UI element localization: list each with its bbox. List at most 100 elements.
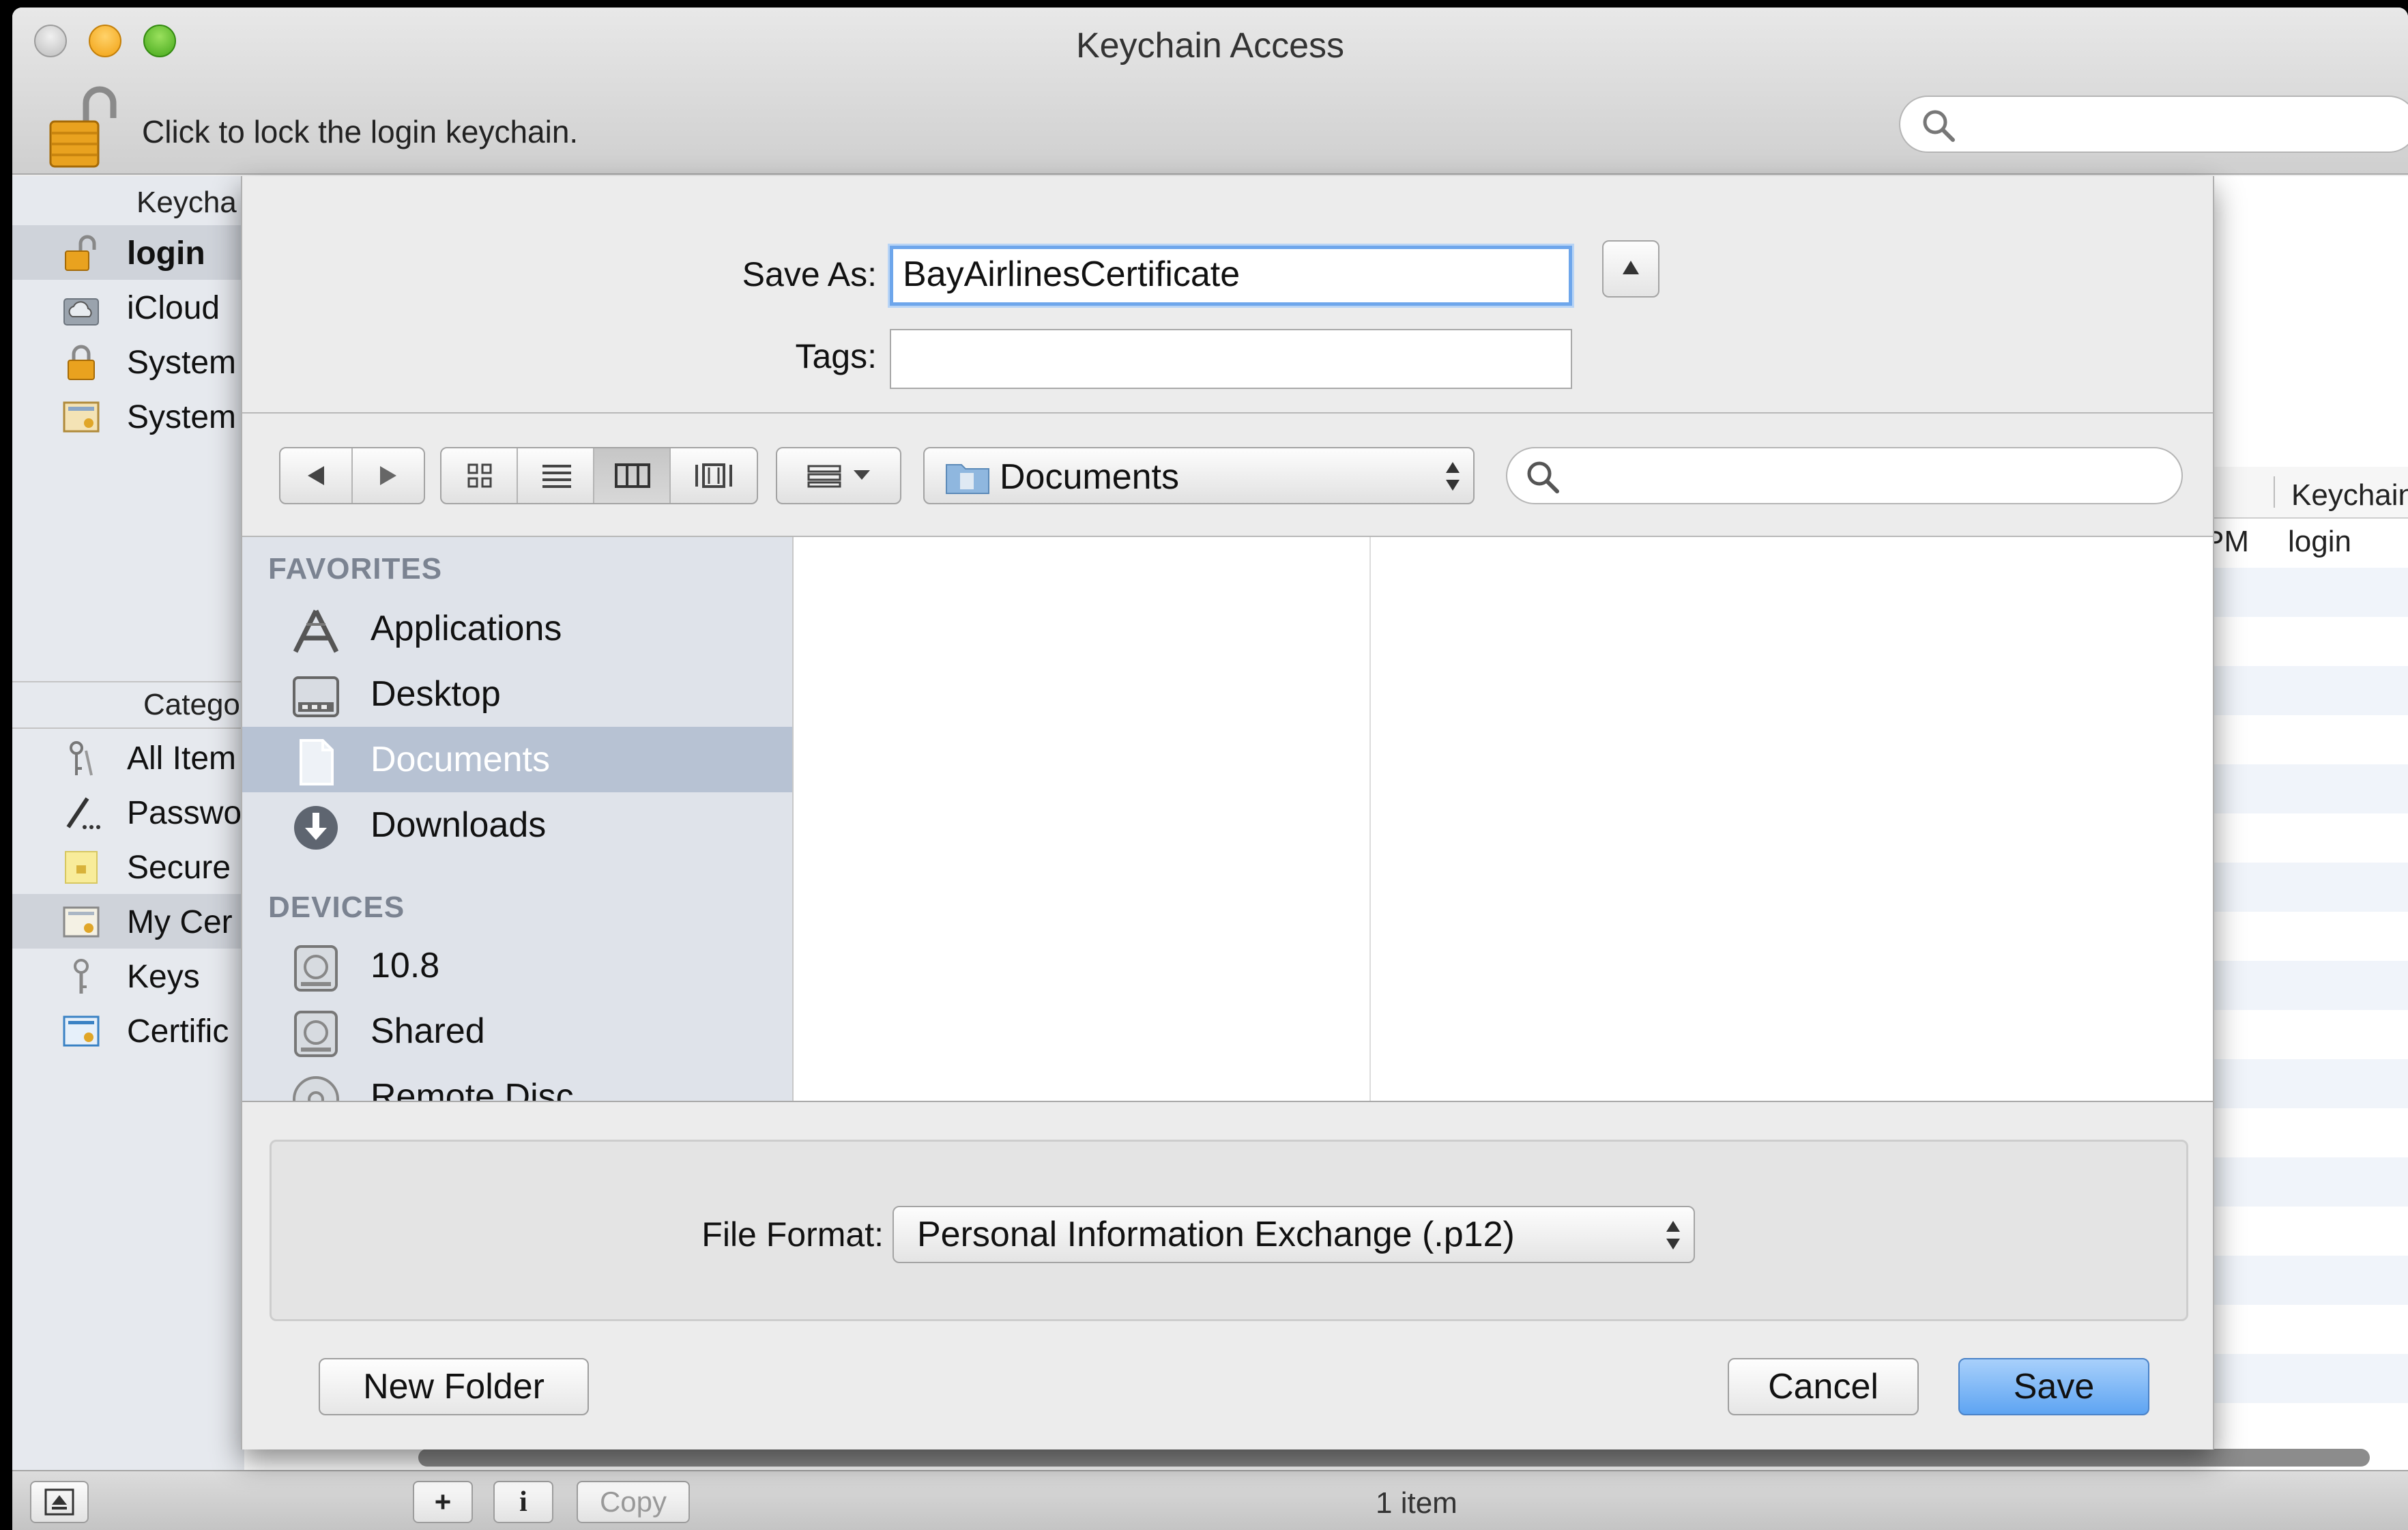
desktop-icon <box>293 676 339 717</box>
column-divider[interactable] <box>1369 537 1371 1101</box>
sidebar: Keycha login iCloud System System Catego… <box>12 176 244 1478</box>
file-format-value: Personal Information Exchange (.p12) <box>917 1215 1515 1254</box>
save-as-field[interactable]: BayAirlinesCertificate <box>890 246 1572 306</box>
hard-drive-icon <box>294 1011 338 1057</box>
sidebar-divider <box>12 681 244 682</box>
copy-button[interactable]: Copy <box>577 1481 690 1523</box>
forward-arrow-icon <box>380 466 396 485</box>
save-sheet: Save As: BayAirlinesCertificate Tags: Do… <box>241 176 2214 1449</box>
back-button[interactable] <box>280 448 353 503</box>
sidebar-item-keys[interactable]: Keys <box>12 949 244 1003</box>
tags-field[interactable] <box>890 329 1572 389</box>
keychain-access-window: Keychain Access Click to lock the login … <box>12 8 2408 1530</box>
folder-icon <box>946 464 989 494</box>
save-as-label: Save As: <box>742 255 877 293</box>
disc-icon <box>293 1076 339 1101</box>
sidebar-item-label: Downloads <box>371 805 547 845</box>
items-list-rows <box>2203 467 2408 1477</box>
sidebar-item-label: Passwo <box>127 795 242 831</box>
new-folder-button[interactable]: New Folder <box>319 1358 589 1415</box>
documents-icon <box>300 739 334 785</box>
item-count-label: 1 item <box>1376 1486 1457 1520</box>
sidebar-item-label: All Item <box>127 740 237 777</box>
sidebar-item-label: System <box>127 345 237 381</box>
sheet-search-field[interactable] <box>1506 447 2183 504</box>
sidebar-item-disk-10-8[interactable]: 10.8 <box>242 933 792 998</box>
note-icon <box>65 851 98 884</box>
sidebar-item-system[interactable]: System <box>12 334 244 389</box>
sidebar-item-label: Desktop <box>371 674 501 714</box>
sidebar-item-label: My Cer <box>127 904 233 940</box>
sidebar-item-label: Shared <box>371 1011 485 1051</box>
sidebar-divider <box>12 727 244 729</box>
search-icon <box>1527 461 1559 493</box>
certificate-icon <box>63 1015 100 1047</box>
bottom-bar: + i Copy 1 item <box>12 1470 2408 1530</box>
places-sidebar: FAVORITES Applications Desktop Documents… <box>242 537 794 1101</box>
sidebar-item-documents[interactable]: Documents <box>242 727 792 792</box>
sidebar-item-disk-shared[interactable]: Shared <box>242 998 792 1064</box>
sidebar-item-secure-notes[interactable]: Secure <box>12 839 244 894</box>
save-header: Save As: BayAirlinesCertificate Tags: <box>242 176 2213 414</box>
certificate-icon <box>63 401 100 433</box>
sidebar-item-system-roots[interactable]: System <box>12 389 244 444</box>
sidebar-item-my-certificates[interactable]: My Cer <box>12 894 244 949</box>
back-arrow-icon <box>308 466 324 485</box>
sidebar-item-applications[interactable]: Applications <box>242 596 792 661</box>
cover-flow-icon <box>695 463 732 488</box>
horizontal-scrollbar[interactable] <box>418 1449 2370 1467</box>
sidebar-item-desktop[interactable]: Desktop <box>242 661 792 727</box>
expand-dialog-button[interactable] <box>1602 240 1659 298</box>
pen-icon <box>66 797 100 829</box>
sidebar-item-remote-disc[interactable]: Remote Disc <box>242 1064 792 1101</box>
search-icon <box>1923 110 1955 142</box>
list-view-button[interactable] <box>518 448 594 503</box>
location-popup[interactable]: Documents <box>923 447 1475 504</box>
file-format-label: File Format: <box>701 1215 884 1254</box>
cancel-button[interactable]: Cancel <box>1728 1358 1919 1415</box>
save-button[interactable]: Save <box>1958 1358 2149 1415</box>
tags-label: Tags: <box>795 337 877 375</box>
window-search-field[interactable] <box>1899 96 2408 153</box>
sidebar-item-login[interactable]: login <box>12 225 244 280</box>
icloud-icon <box>63 298 99 326</box>
keychains-header[interactable]: Keycha <box>136 186 237 220</box>
sidebar-item-passwords[interactable]: Passwo <box>12 785 244 839</box>
column-view-button[interactable] <box>594 448 671 503</box>
sidebar-item-certificates[interactable]: Certific <box>12 1003 244 1058</box>
location-label: Documents <box>1000 457 1179 497</box>
sidebar-item-label: Keys <box>127 959 200 995</box>
column-view-icon <box>615 463 650 488</box>
unlocked-padlock-icon[interactable] <box>46 84 121 169</box>
category-header[interactable]: Catego <box>143 688 240 722</box>
popup-arrows-icon <box>1666 1221 1680 1250</box>
sidebar-item-label: System <box>127 399 237 435</box>
sidebar-item-label: Remote Disc <box>371 1077 574 1101</box>
forward-button[interactable] <box>353 448 424 503</box>
cover-flow-button[interactable] <box>671 448 757 503</box>
sidebar-item-downloads[interactable]: Downloads <box>242 792 792 858</box>
info-button[interactable]: i <box>493 1481 553 1523</box>
icon-view-button[interactable] <box>441 448 518 503</box>
lock-keychain-hint[interactable]: Click to lock the login keychain. <box>142 113 578 150</box>
sidebar-item-icloud[interactable]: iCloud <box>12 280 244 334</box>
key-icon <box>74 959 89 994</box>
unlocked-padlock-icon <box>65 235 96 271</box>
show-hide-sidebar-button[interactable] <box>30 1481 89 1523</box>
arrange-menu-button[interactable] <box>776 447 901 504</box>
item-keychain-cell: login <box>2288 525 2351 558</box>
hard-drive-icon <box>294 945 338 992</box>
add-item-button[interactable]: + <box>413 1481 473 1523</box>
arrange-icon <box>807 465 870 488</box>
padlock-icon <box>68 345 95 380</box>
certificate-icon <box>63 906 100 938</box>
sidebar-item-label: Secure <box>127 850 231 886</box>
sidebar-item-all-items[interactable]: All Item <box>12 730 244 785</box>
sidebar-item-label: Documents <box>371 740 550 779</box>
screen: Keychain Access Click to lock the login … <box>0 0 2408 1530</box>
keys-icon <box>70 741 93 776</box>
devices-header: DEVICES <box>268 891 405 924</box>
file-format-popup[interactable]: Personal Information Exchange (.p12) <box>893 1206 1695 1263</box>
downloads-icon <box>294 806 338 850</box>
favorites-header: FAVORITES <box>268 552 443 586</box>
